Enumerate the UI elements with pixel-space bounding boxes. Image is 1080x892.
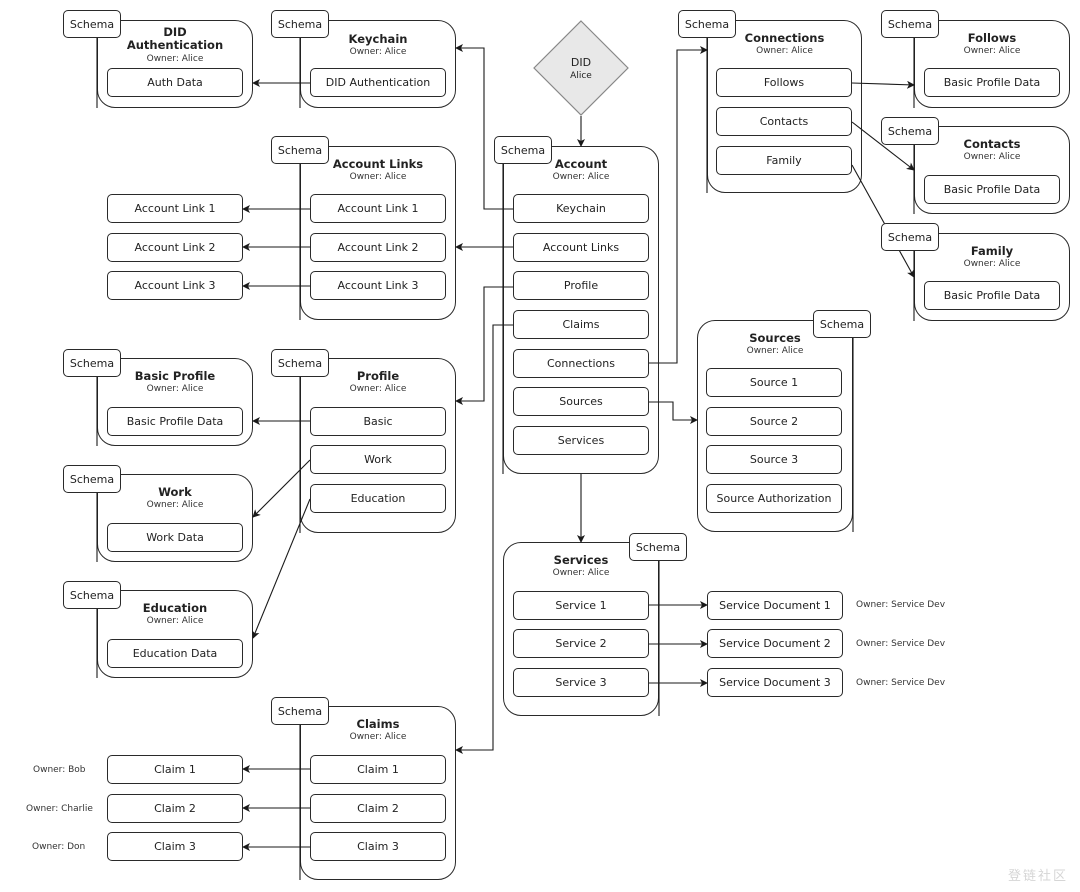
container-owner: Owner: Alice	[146, 54, 204, 64]
basic-profile-data-item[interactable]: Basic Profile Data	[107, 407, 243, 436]
container-owner: Owner: Alice	[552, 568, 610, 578]
container-owner: Owner: Alice	[146, 500, 204, 510]
service-document[interactable]: Service Document 3	[707, 668, 843, 697]
account-item-services[interactable]: Services	[513, 426, 649, 455]
schema-tag[interactable]: Schema	[494, 136, 552, 164]
schema-tag[interactable]: Schema	[881, 10, 939, 38]
profile-item-basic[interactable]: Basic	[310, 407, 446, 436]
auth-data-item[interactable]: Auth Data	[107, 68, 243, 97]
account-item-account-links[interactable]: Account Links	[513, 233, 649, 262]
container-owner: Owner: Alice	[756, 46, 813, 56]
service-document-owner: Owner: Service Dev	[856, 639, 946, 649]
account-links-item[interactable]: Account Link 1	[310, 194, 446, 223]
claims-item[interactable]: Claim 3	[310, 832, 446, 861]
schema-tag[interactable]: Schema	[271, 349, 329, 377]
schema-tag[interactable]: Schema	[881, 117, 939, 145]
work-data-item[interactable]: Work Data	[107, 523, 243, 552]
external-claim-owner: Owner: Charlie	[26, 804, 93, 814]
account-item-profile[interactable]: Profile	[513, 271, 649, 300]
schema-tag[interactable]: Schema	[881, 223, 939, 251]
sources-item-authorization[interactable]: Source Authorization	[706, 484, 842, 513]
account-links-item[interactable]: Account Link 3	[310, 271, 446, 300]
external-claim[interactable]: Claim 3	[107, 832, 243, 861]
external-account-link[interactable]: Account Link 1	[107, 194, 243, 223]
sources-item[interactable]: Source 1	[706, 368, 842, 397]
schema-tag[interactable]: Schema	[629, 533, 687, 561]
container-owner: Owner: Alice	[349, 732, 407, 742]
schema-tag[interactable]: Schema	[271, 697, 329, 725]
connections-item-family[interactable]: Family	[716, 146, 852, 175]
services-item[interactable]: Service 2	[513, 629, 649, 658]
container-owner: Owner: Alice	[146, 616, 204, 626]
connections-item-contacts[interactable]: Contacts	[716, 107, 852, 136]
schema-tag[interactable]: Schema	[271, 136, 329, 164]
did-owner: Alice	[570, 71, 592, 81]
container-title: Basic Profile	[134, 369, 216, 383]
container-owner: Owner: Alice	[146, 384, 204, 394]
account-item-claims[interactable]: Claims	[513, 310, 649, 339]
watermark: 登链社区	[1007, 869, 1068, 884]
claims-item[interactable]: Claim 1	[310, 755, 446, 784]
contacts-basic-profile-data[interactable]: Basic Profile Data	[924, 175, 1060, 204]
external-claim[interactable]: Claim 2	[107, 794, 243, 823]
account-item-sources[interactable]: Sources	[513, 387, 649, 416]
container-owner: Owner: Alice	[963, 46, 1021, 56]
services-item[interactable]: Service 3	[513, 668, 649, 697]
service-document-owner: Owner: Service Dev	[856, 600, 946, 610]
container-title: Work	[158, 485, 192, 499]
schema-tag[interactable]: Schema	[63, 10, 121, 38]
connections-item-follows[interactable]: Follows	[716, 68, 852, 97]
account-links-item[interactable]: Account Link 2	[310, 233, 446, 262]
did-title: DID	[570, 56, 592, 69]
schema-tag[interactable]: Schema	[63, 581, 121, 609]
service-document-owner: Owner: Service Dev	[856, 678, 946, 688]
schema-tag[interactable]: Schema	[678, 10, 736, 38]
external-claim[interactable]: Claim 1	[107, 755, 243, 784]
container-title-line2: Authentication	[126, 38, 224, 52]
profile-item-education[interactable]: Education	[310, 484, 446, 513]
service-document[interactable]: Service Document 1	[707, 591, 843, 620]
container-title: Education	[142, 601, 208, 615]
keychain-did-authentication-item[interactable]: DID Authentication	[310, 68, 446, 97]
container-owner: Owner: Alice	[552, 172, 610, 182]
sources-item[interactable]: Source 2	[706, 407, 842, 436]
schema-tag[interactable]: Schema	[63, 349, 121, 377]
external-claim-owner: Owner: Bob	[33, 765, 86, 775]
container-owner: Owner: Alice	[349, 47, 407, 57]
container-owner: Owner: Alice	[963, 152, 1021, 162]
diagram-canvas: DID Alice DID Authentication Owner: Alic…	[0, 0, 1080, 892]
container-owner: Owner: Alice	[746, 346, 804, 356]
schema-tag[interactable]: Schema	[63, 465, 121, 493]
external-account-link[interactable]: Account Link 3	[107, 271, 243, 300]
services-item[interactable]: Service 1	[513, 591, 649, 620]
sources-item[interactable]: Source 3	[706, 445, 842, 474]
account-item-connections[interactable]: Connections	[513, 349, 649, 378]
did-node[interactable]: DID Alice	[533, 20, 629, 116]
family-basic-profile-data[interactable]: Basic Profile Data	[924, 281, 1060, 310]
profile-item-work[interactable]: Work	[310, 445, 446, 474]
external-account-link[interactable]: Account Link 2	[107, 233, 243, 262]
container-owner: Owner: Alice	[963, 259, 1021, 269]
follows-basic-profile-data[interactable]: Basic Profile Data	[924, 68, 1060, 97]
claims-item[interactable]: Claim 2	[310, 794, 446, 823]
container-owner: Owner: Alice	[349, 384, 407, 394]
schema-tag[interactable]: Schema	[813, 310, 871, 338]
account-item-keychain[interactable]: Keychain	[513, 194, 649, 223]
education-data-item[interactable]: Education Data	[107, 639, 243, 668]
schema-tag[interactable]: Schema	[271, 10, 329, 38]
service-document[interactable]: Service Document 2	[707, 629, 843, 658]
external-claim-owner: Owner: Don	[32, 842, 86, 852]
container-owner: Owner: Alice	[349, 172, 407, 182]
